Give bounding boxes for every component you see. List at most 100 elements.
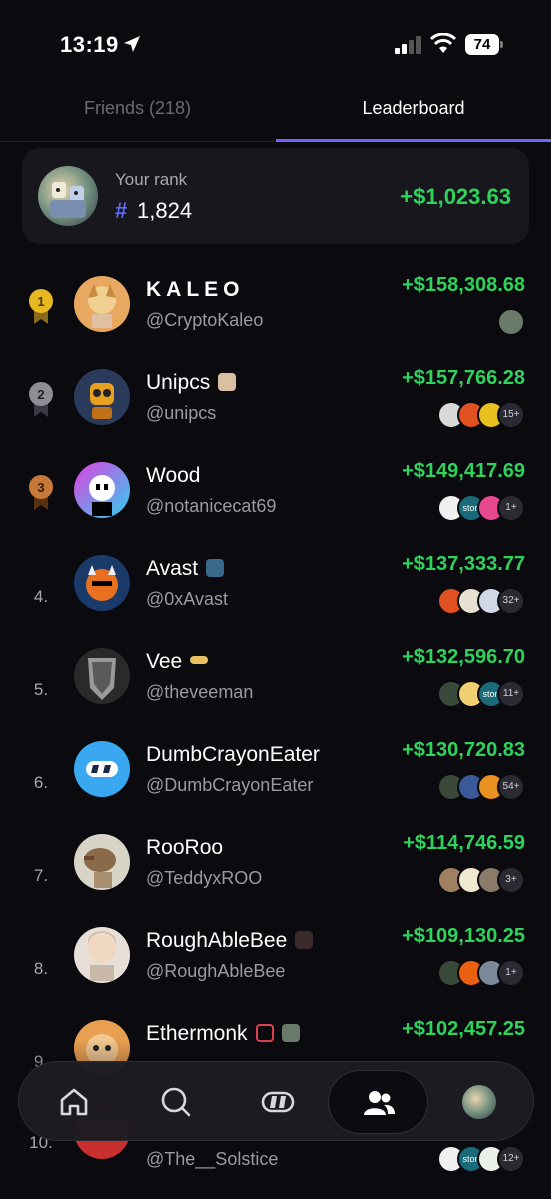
more-count: 3+ [497, 866, 525, 894]
svg-text:1: 1 [37, 294, 44, 309]
user-pnl: +$157,766.28 [402, 367, 525, 389]
holdings: ston 12+ [437, 1145, 525, 1173]
more-count: 12+ [497, 1145, 525, 1173]
user-pnl: +$149,417.69 [402, 460, 525, 482]
leaderboard-row[interactable]: 6. DumbCrayonEater @DumbCrayonEater +$13… [0, 739, 551, 832]
user-handle: @DumbCrayonEater [146, 775, 314, 795]
active-tab-indicator [276, 139, 551, 142]
leaderboard-row[interactable]: 7. RooRoo @TeddyxROO +$114,746.59 3+ [0, 832, 551, 925]
user-name: Unipcs [146, 371, 237, 395]
badge-icon [218, 373, 237, 391]
user-name: KALEO [146, 278, 245, 301]
token-icon [497, 308, 525, 336]
your-rank-card[interactable]: Your rank # 1,824 +$1,023.63 [22, 148, 529, 244]
avatar [74, 648, 130, 704]
gold-medal-icon: 1 [29, 289, 53, 324]
user-pnl: +$114,746.59 [403, 832, 525, 854]
user-handle: @TeddyxROO [146, 868, 263, 888]
rank-position: 8. [33, 959, 49, 978]
swap-icon [261, 1091, 295, 1113]
silver-medal-icon: 2 [29, 382, 53, 417]
holdings: 1+ [437, 959, 525, 987]
bottom-nav [18, 1061, 534, 1141]
nav-profile[interactable] [429, 1070, 529, 1134]
rank-label: Your rank [115, 170, 188, 189]
avatar [74, 834, 130, 890]
nav-friends[interactable] [328, 1070, 428, 1134]
svg-text:2: 2 [37, 387, 44, 402]
user-handle: @theveeman [146, 682, 254, 702]
battery-icon: 74 [465, 34, 503, 56]
leaderboard-row[interactable]: 1 KALEO @CryptoKaleo +$158,308.68 [0, 274, 551, 367]
user-name: Vee [146, 650, 209, 674]
hash-icon: # [115, 198, 128, 223]
user-handle: @0xAvast [146, 589, 228, 609]
nav-home[interactable] [24, 1070, 124, 1134]
status-time: 13:19 [60, 32, 119, 57]
location-arrow-icon [124, 36, 140, 52]
user-pnl: +$137,333.77 [402, 553, 525, 575]
holdings: 54+ [437, 773, 525, 801]
avatar [74, 555, 130, 611]
user-name: Avast [146, 557, 225, 581]
holdings: 32+ [437, 587, 525, 615]
home-icon [60, 1088, 88, 1116]
rank-number: 1,824 [137, 198, 193, 223]
battery-level: 74 [465, 34, 499, 55]
user-name: Wood [146, 464, 201, 487]
user-pnl: +$109,130.25 [402, 925, 525, 947]
leaderboard-row[interactable]: 4. Avast @0xAvast +$137,333.77 32+ [0, 553, 551, 646]
user-pnl: +$132,596.70 [402, 646, 525, 668]
tab-leaderboard[interactable]: Leaderboard [276, 88, 551, 142]
avatar [74, 369, 130, 425]
badge-icon [190, 656, 209, 664]
badge-icon [206, 559, 225, 577]
holdings: ston 1+ [437, 494, 525, 522]
rank-position: 5. [33, 680, 49, 699]
nav-search[interactable] [126, 1070, 226, 1134]
svg-text:3: 3 [37, 480, 44, 495]
user-pnl: +$158,308.68 [402, 274, 525, 296]
holdings: ston 11+ [437, 680, 525, 708]
nav-trade[interactable] [228, 1070, 328, 1134]
status-bar: 13:19 74 [0, 0, 551, 88]
user-handle: @CryptoKaleo [146, 310, 264, 330]
more-count: 54+ [497, 773, 525, 801]
holdings: 3+ [437, 866, 525, 894]
user-name: RoughAbleBee [146, 929, 314, 953]
user-handle: @unipcs [146, 403, 217, 423]
avatar [74, 927, 130, 983]
profile-avatar [462, 1085, 496, 1119]
user-handle: @RoughAbleBee [146, 961, 286, 981]
cellular-signal-icon [395, 36, 421, 54]
more-count: 11+ [497, 680, 525, 708]
holdings [497, 308, 525, 336]
wifi-icon [430, 33, 456, 53]
leaderboard-row[interactable]: 2 Unipcs @unipcs +$157,766.28 15+ [0, 367, 551, 460]
bronze-medal-icon: 3 [29, 475, 53, 510]
user-pnl: +$130,720.83 [402, 739, 525, 761]
leaderboard-row[interactable]: 3 Wood @notanicecat69 +$149,417.69 ston … [0, 460, 551, 553]
more-count: 1+ [497, 494, 525, 522]
tab-bar: Friends (218) Leaderboard [0, 88, 551, 142]
avatar [74, 276, 130, 332]
avatar [74, 741, 130, 797]
badge-icon [295, 931, 314, 949]
user-name: DumbCrayonEater [146, 743, 320, 766]
leaderboard-row[interactable]: 5. Vee @theveeman +$132,596.70 ston 11+ [0, 646, 551, 739]
avatar [74, 462, 130, 518]
rank-pnl: +$1,023.63 [400, 184, 511, 209]
more-count: 32+ [497, 587, 525, 615]
tab-friends[interactable]: Friends (218) [0, 88, 275, 142]
search-icon [161, 1087, 191, 1117]
rank-position: 4. [33, 587, 49, 606]
friends-icon [364, 1091, 395, 1115]
rank-position: 6. [33, 773, 49, 792]
user-name: RooRoo [146, 836, 224, 859]
more-count: 1+ [497, 959, 525, 987]
leaderboard-row[interactable]: 8. RoughAbleBee @RoughAbleBee +$109,130.… [0, 925, 551, 1018]
user-handle: @The__Solstice [146, 1149, 279, 1169]
rank-position: 7. [33, 866, 49, 885]
user-pnl: +$102,457.25 [402, 1018, 525, 1040]
more-count: 15+ [497, 401, 525, 429]
